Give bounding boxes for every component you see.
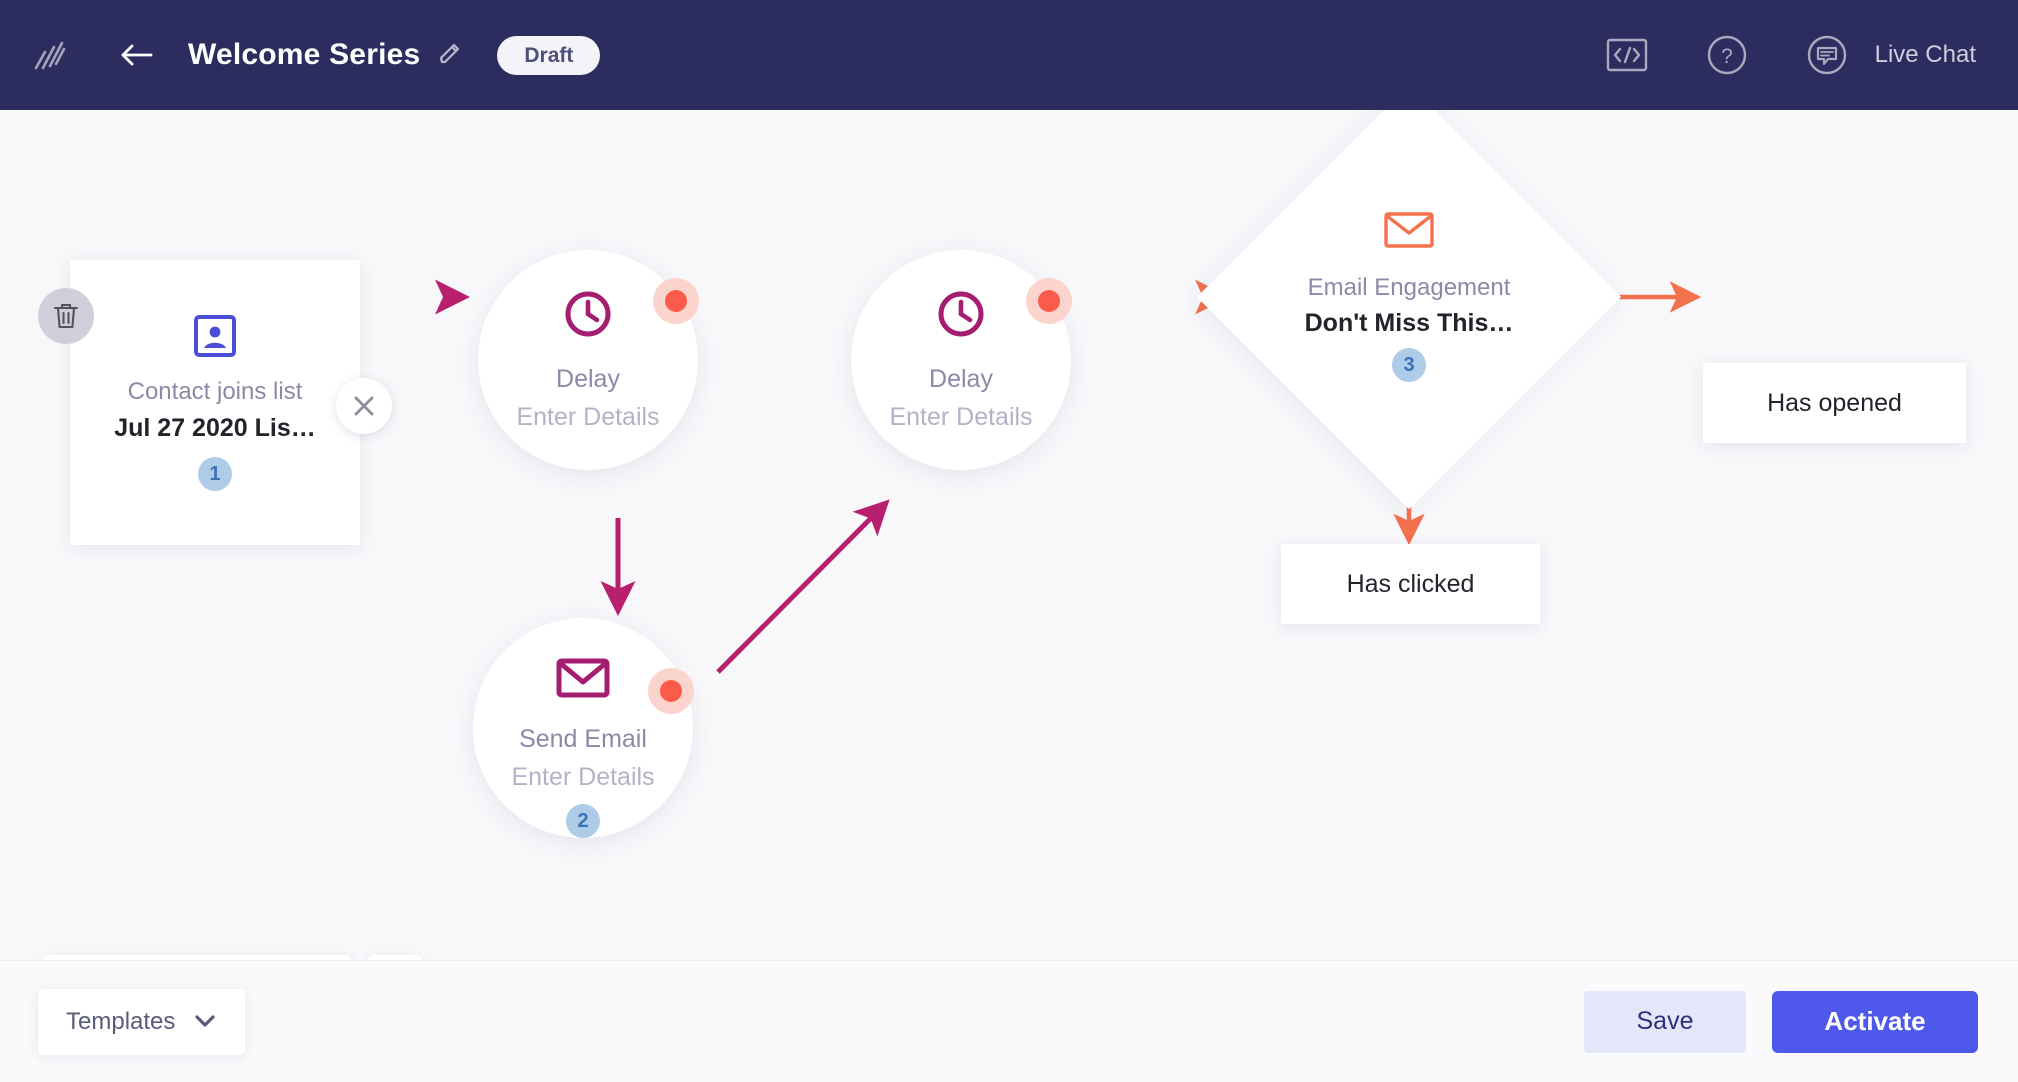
question-circle-icon[interactable]: ? [1705,33,1749,77]
chat-bubble-icon[interactable] [1805,33,1849,77]
node-step-badge: 2 [566,804,600,838]
node-step-badge: 3 [1392,348,1426,382]
pencil-icon[interactable] [437,41,465,69]
node-sublabel: Enter Details [889,403,1033,431]
node-sublabel: Enter Details [511,763,655,791]
clock-icon [562,288,614,345]
app-header: Welcome Series Draft ? Live Chat [0,0,2018,110]
branch-has-opened[interactable]: Has opened [1703,363,1966,443]
chevron-down-icon [193,1008,217,1036]
node-sublabel: Enter Details [516,403,660,431]
alert-dot-icon [648,668,694,714]
node-label: Email Engagement [1307,274,1511,301]
close-icon[interactable] [336,378,392,434]
node-step-badge: 1 [198,457,232,491]
node-trigger[interactable]: Contact joins list Jul 27 2020 Lis… 1 [70,260,360,545]
node-email-engagement[interactable]: Email Engagement Don't Miss This… 3 [1196,110,1622,510]
workflow-canvas[interactable]: Contact joins list Jul 27 2020 Lis… 1 De… [0,110,2018,960]
alert-dot-icon [1026,278,1072,324]
branch-label: Has clicked [1346,569,1475,598]
templates-dropdown[interactable]: Templates [38,988,246,1055]
back-button[interactable] [114,33,158,77]
code-brackets-icon[interactable] [1605,33,1649,77]
app-footer: Templates Save Activate [0,960,2018,1082]
node-value: Don't Miss This… [1304,309,1514,337]
clock-icon [935,288,987,345]
svg-text:?: ? [1721,45,1733,68]
node-value: Jul 27 2020 Lis… [114,414,316,442]
envelope-icon [556,656,610,705]
contact-card-icon [70,312,360,360]
node-label: Contact joins list [127,378,303,405]
activate-button[interactable]: Activate [1772,990,1978,1053]
live-chat-link[interactable]: Live Chat [1875,41,1976,69]
automation-builder-page: Welcome Series Draft ? Live Chat Contact… [0,0,2018,1082]
alert-dot-icon [653,278,699,324]
page-title: Welcome Series [188,38,421,71]
trash-icon[interactable] [38,288,94,344]
node-send-email[interactable]: Send Email Enter Details 2 [473,618,693,838]
branch-has-clicked[interactable]: Has clicked [1281,544,1540,624]
save-button[interactable]: Save [1584,990,1746,1053]
envelope-icon [1383,209,1435,256]
node-label: Delay [556,365,620,393]
slashes-logo-icon[interactable] [22,28,76,82]
branch-label: Has opened [1767,388,1902,417]
node-label: Send Email [519,725,647,753]
templates-label: Templates [66,1007,176,1035]
status-badge: Draft [497,35,601,75]
node-label: Delay [929,365,993,393]
